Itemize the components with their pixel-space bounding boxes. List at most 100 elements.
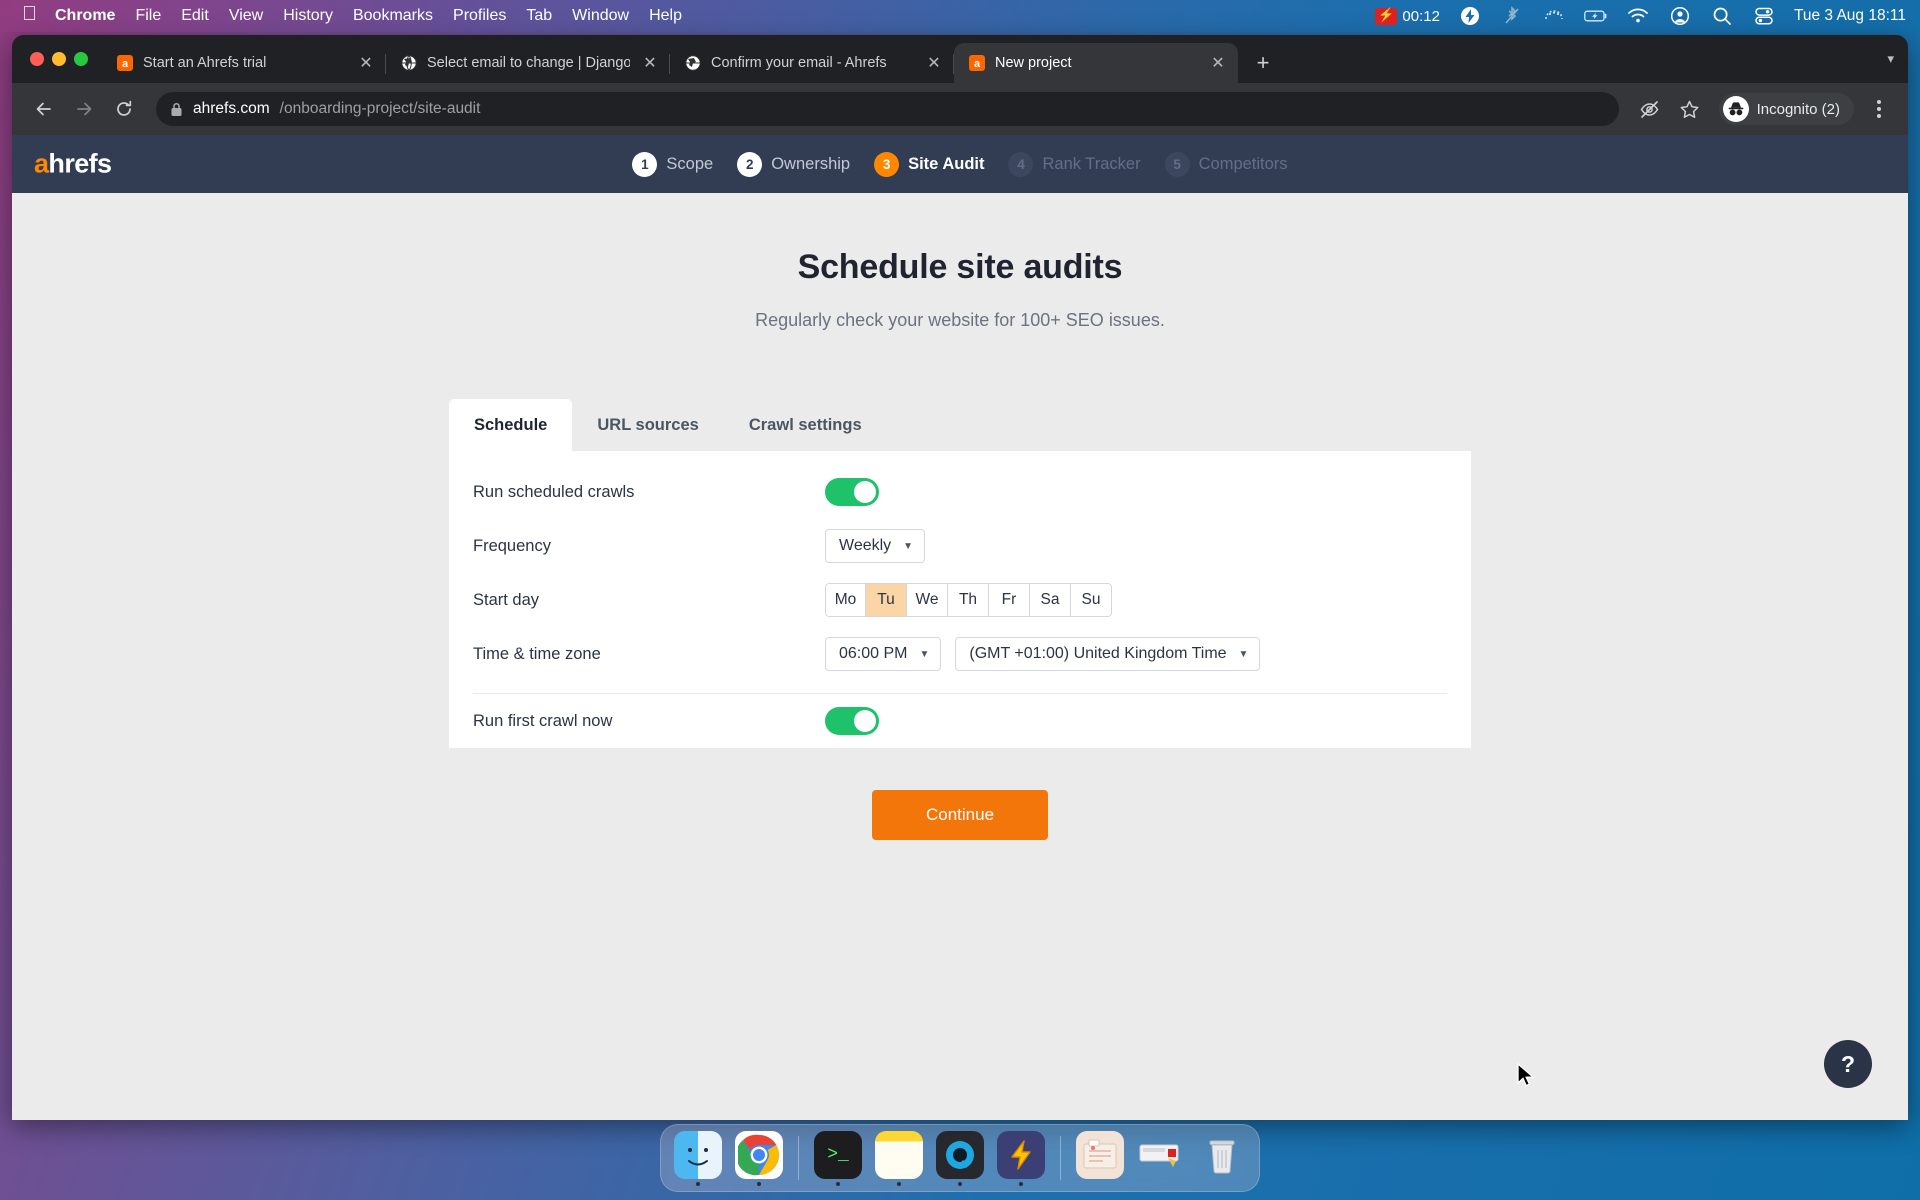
star-icon[interactable] (1673, 92, 1707, 126)
dock-item-notes[interactable] (872, 1130, 926, 1186)
browser-tab[interactable]: a Start an Ahrefs trial ✕ (102, 43, 386, 83)
kebab-menu-icon[interactable] (1864, 92, 1894, 126)
tab-schedule[interactable]: Schedule (449, 399, 573, 451)
eye-slash-icon[interactable] (1633, 92, 1667, 126)
browser-tab[interactable]: Confirm your email - Ahrefs ✕ (670, 43, 954, 83)
day-option-sa[interactable]: Sa (1030, 583, 1071, 617)
battery-charging-icon[interactable] (1584, 5, 1608, 27)
select-time[interactable]: 06:00 PM ▼ (825, 637, 942, 671)
forward-arrow-icon[interactable] (66, 91, 102, 127)
tab-close-icon[interactable]: ✕ (640, 53, 660, 73)
select-frequency[interactable]: Weekly ▼ (825, 529, 926, 563)
select-time-value: 06:00 PM (839, 645, 908, 662)
label-run-first-crawl: Run first crawl now (473, 711, 613, 730)
dock-item-quicktime[interactable] (933, 1130, 987, 1186)
close-window-button[interactable] (30, 52, 44, 66)
stepper-item-competitors[interactable]: 5 Competitors (1164, 151, 1288, 177)
toggle-run-scheduled-crawls[interactable] (825, 478, 879, 506)
maximize-window-button[interactable] (74, 52, 88, 66)
dock-item-lightning-app[interactable] (994, 1130, 1048, 1186)
dock-item-terminal[interactable]: >_ (811, 1130, 865, 1186)
menu-item-window[interactable]: Window (572, 7, 629, 25)
stepper-item-ownership[interactable]: 2 Ownership (737, 151, 850, 177)
control-center-icon[interactable] (1752, 5, 1776, 27)
menu-item-profiles[interactable]: Profiles (453, 7, 506, 25)
new-tab-button[interactable]: + (1246, 46, 1280, 80)
menu-item-bookmarks[interactable]: Bookmarks (353, 7, 433, 25)
menu-item-history[interactable]: History (283, 7, 333, 25)
select-frequency-value: Weekly (839, 537, 892, 554)
control-start-day: Mo Tu We Th Fr Sa Su (825, 583, 1112, 617)
tab-close-icon[interactable]: ✕ (356, 53, 376, 73)
incognito-indicator[interactable]: Incognito (2) (1718, 93, 1854, 125)
menu-item-help[interactable]: Help (649, 7, 682, 25)
macos-menu-bar:  Chrome File Edit View History Bookmark… (0, 0, 1920, 32)
day-option-we[interactable]: We (907, 583, 948, 617)
stepper-item-site-audit[interactable]: 3 Site Audit (874, 151, 985, 177)
tab-close-icon[interactable]: ✕ (1208, 53, 1228, 73)
dock-running-dot (1019, 1181, 1023, 1186)
address-bar[interactable]: ahrefs.com/onboarding-project/site-audit (156, 92, 1619, 126)
minimize-window-button[interactable] (52, 52, 66, 66)
browser-tab-active[interactable]: a New project ✕ (954, 43, 1238, 83)
ahrefs-app-header: ahrefs 1 Scope 2 Ownership 3 Site Audit … (12, 135, 1908, 193)
bluetooth-off-icon[interactable] (1500, 5, 1524, 27)
menu-item-view[interactable]: View (229, 7, 263, 25)
step-number: 2 (737, 151, 763, 177)
select-timezone[interactable]: (GMT +01:00) United Kingdom Time ▼ (955, 637, 1261, 671)
dock-separator (1060, 1136, 1061, 1180)
step-label: Competitors (1198, 154, 1288, 173)
menubar-status-area: 00:12 Tue 3 Aug 18:11 (1375, 5, 1906, 27)
browser-tab[interactable]: Select email to change | Django ✕ (386, 43, 670, 83)
menu-item-file[interactable]: File (135, 7, 161, 25)
menubar-clock[interactable]: Tue 3 Aug 18:11 (1794, 7, 1906, 25)
day-option-su[interactable]: Su (1071, 583, 1112, 617)
day-option-fr[interactable]: Fr (989, 583, 1030, 617)
ahrefs-favicon: a (968, 55, 985, 72)
tab-close-icon[interactable]: ✕ (924, 53, 944, 73)
tab-url-sources[interactable]: URL sources (572, 399, 723, 451)
spotlight-search-icon[interactable] (1710, 5, 1734, 27)
reload-icon[interactable] (106, 91, 142, 127)
screen-recording-icon[interactable]: 00:12 (1375, 7, 1440, 25)
dock-item-chrome[interactable] (732, 1130, 786, 1186)
dock-item-trash[interactable] (1195, 1131, 1249, 1186)
dock-item-device[interactable] (1134, 1131, 1188, 1186)
stepper-item-rank-tracker[interactable]: 4 Rank Tracker (1008, 151, 1141, 177)
keyboard-brightness-icon[interactable] (1542, 5, 1566, 27)
toggle-run-first-crawl[interactable] (825, 707, 879, 735)
dock-item-folder[interactable] (1073, 1130, 1127, 1186)
chevron-down-icon: ▼ (903, 540, 914, 552)
row-time-timezone: Time & time zone 06:00 PM ▼ (GMT +01:00)… (449, 627, 1471, 681)
lightning-bolt-icon[interactable] (1458, 5, 1482, 27)
menu-item-edit[interactable]: Edit (181, 7, 209, 25)
back-arrow-icon[interactable] (26, 91, 62, 127)
finder-icon (674, 1130, 722, 1179)
continue-button[interactable]: Continue (871, 790, 1049, 840)
day-option-th[interactable]: Th (948, 583, 989, 617)
trash-icon (1198, 1131, 1246, 1179)
help-button[interactable]: ? (1824, 1040, 1872, 1088)
apple-logo-icon[interactable]:  (22, 4, 37, 24)
step-label: Site Audit (908, 154, 985, 173)
day-option-tu[interactable]: Tu (866, 583, 907, 617)
quicktime-icon (936, 1130, 984, 1179)
label-time-timezone: Time & time zone (473, 644, 601, 663)
step-number: 1 (632, 151, 658, 177)
row-start-day: Start day Mo Tu We Th Fr Sa Su (449, 573, 1471, 627)
menu-item-tab[interactable]: Tab (526, 7, 552, 25)
step-label: Scope (666, 154, 714, 173)
dock-item-finder[interactable] (671, 1130, 725, 1186)
day-option-mo[interactable]: Mo (825, 583, 866, 617)
chevron-down-icon[interactable]: ▾ (1887, 51, 1894, 67)
stepper-item-scope[interactable]: 1 Scope (632, 151, 714, 177)
chevron-down-icon: ▼ (919, 648, 930, 660)
tab-crawl-settings[interactable]: Crawl settings (724, 399, 887, 451)
wifi-icon[interactable] (1626, 5, 1650, 27)
menu-item-chrome[interactable]: Chrome (55, 7, 115, 25)
control-run-first-crawl (825, 707, 879, 735)
control-center-account-icon[interactable] (1668, 5, 1692, 27)
ahrefs-logo[interactable]: ahrefs (34, 149, 112, 180)
control-frequency: Weekly ▼ (825, 529, 926, 563)
dock-running-dot (897, 1181, 901, 1186)
